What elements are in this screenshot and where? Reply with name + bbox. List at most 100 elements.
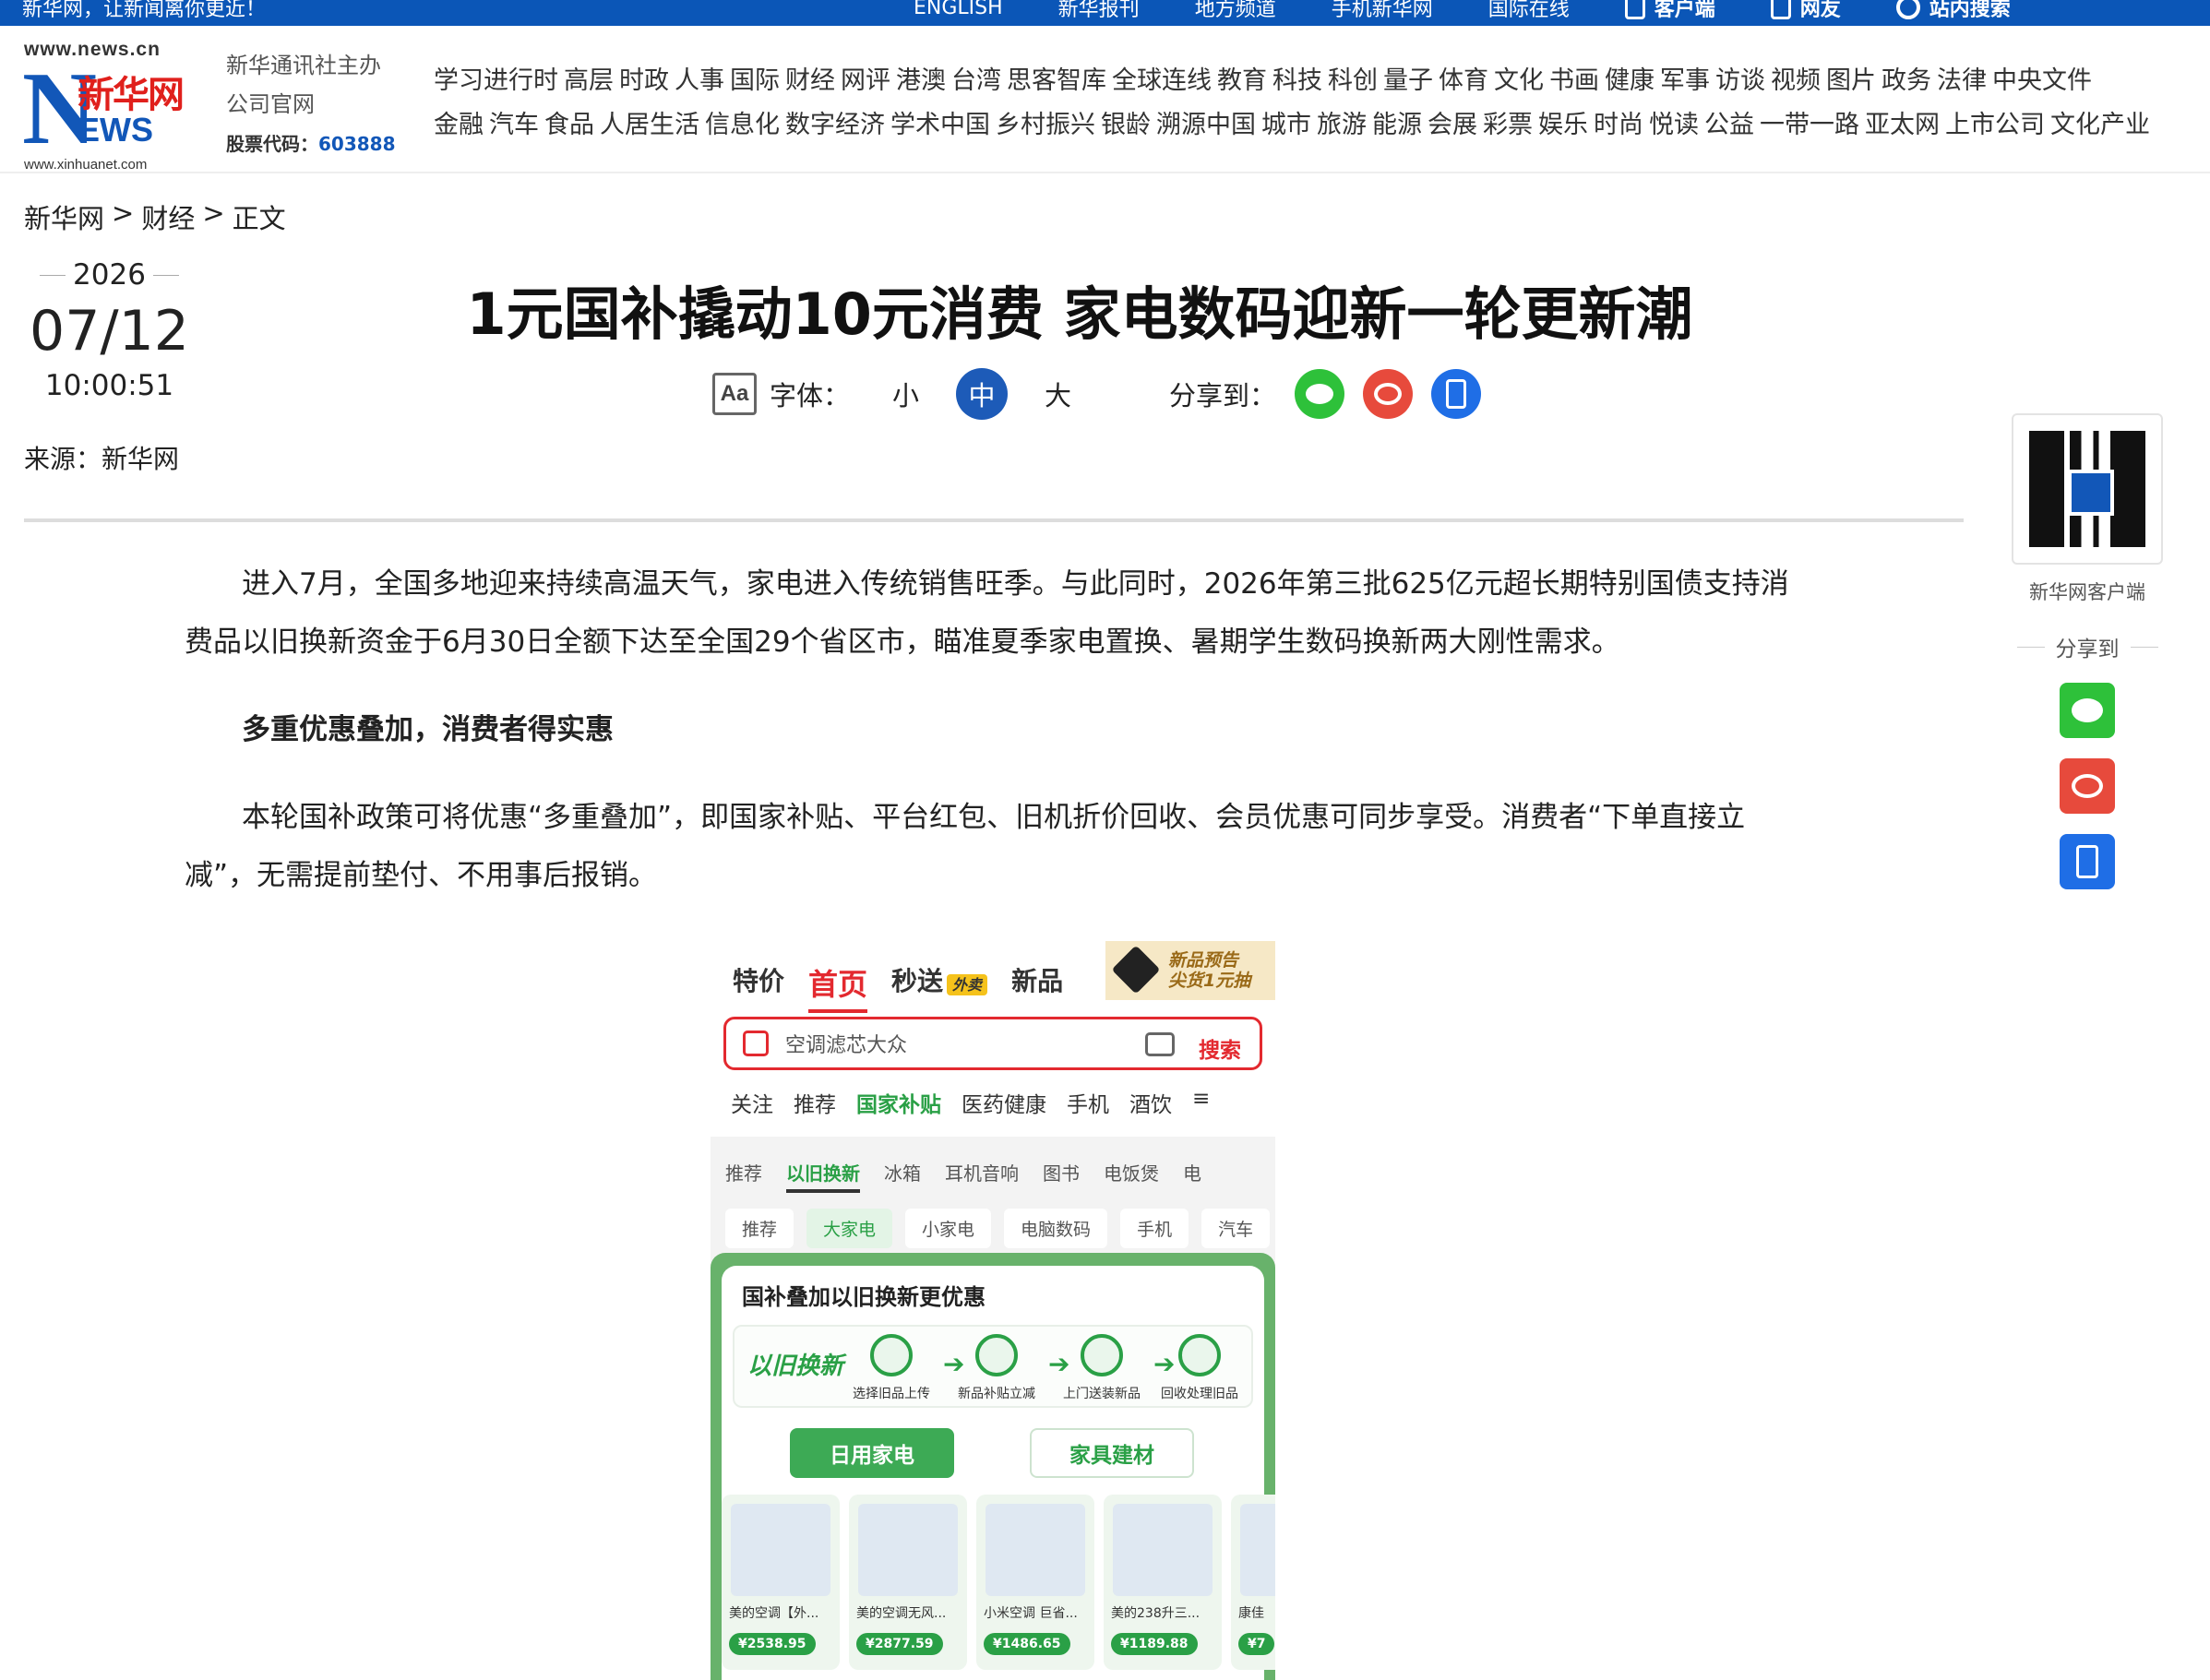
channel-link[interactable]: 文化 <box>1494 59 1544 103</box>
channel-link[interactable]: 体育 <box>1439 59 1488 103</box>
channel-link[interactable]: 汽车 <box>489 103 539 148</box>
channel-link[interactable]: 食品 <box>544 103 594 148</box>
channel-link[interactable]: 法律 <box>1937 59 1987 103</box>
app-chip: 手机 <box>1120 1209 1189 1248</box>
app-subnav-item: 图书 <box>1043 1162 1080 1185</box>
app-subnav-item: 耳机音响 <box>945 1162 1019 1185</box>
app-search-button: 搜索 <box>1199 1039 1241 1063</box>
top-link-local[interactable]: 地方频道 <box>1195 0 1276 22</box>
search-icon <box>1895 0 1920 19</box>
app-nav-item: 酒饮 <box>1129 1093 1172 1117</box>
sidebar-share-mobile[interactable] <box>2060 834 2115 889</box>
top-bar: 新华网，让新闻离你更近！ ENGLISH 新华报刊 地方频道 手机新华网 国际在… <box>0 0 2210 26</box>
share-wechat-button[interactable] <box>1295 369 1345 419</box>
channel-link[interactable]: 全球连线 <box>1112 59 1212 103</box>
product-price: ¥2877.59 <box>856 1633 943 1655</box>
channel-link[interactable]: 财经 <box>785 59 835 103</box>
channel-link[interactable]: 教育 <box>1217 59 1267 103</box>
recycle-icon <box>1178 1334 1221 1376</box>
channel-link[interactable]: 中央文件 <box>1992 59 2092 103</box>
channel-link[interactable]: 文化产业 <box>2050 103 2150 148</box>
channel-link[interactable]: 学习进行时 <box>434 59 558 103</box>
channel-link[interactable]: 彩票 <box>1483 103 1533 148</box>
product-image <box>731 1504 830 1596</box>
breadcrumb-current: 正文 <box>232 203 286 234</box>
app-tab-active: 首页 <box>808 961 868 1013</box>
flow-step: 上门送装新品 <box>1046 1334 1157 1402</box>
top-link-client[interactable]: 客户端 <box>1624 0 1715 22</box>
channel-link[interactable]: 亚太网 <box>1865 103 1940 148</box>
top-link-newspapers[interactable]: 新华报刊 <box>1058 0 1140 22</box>
app-nav-item: 推荐 <box>794 1093 836 1117</box>
font-small-button[interactable]: 小 <box>892 375 919 413</box>
channel-link[interactable]: 时尚 <box>1594 103 1643 148</box>
channel-link[interactable]: 图片 <box>1826 59 1876 103</box>
channel-link[interactable]: 溯源中国 <box>1156 103 1256 148</box>
channel-link[interactable]: 娱乐 <box>1538 103 1588 148</box>
article-image: 特价 首页 秒送 外卖 新品 新品预告 尖货1元抽 空调滤芯大众 搜索 关注 推荐 … <box>711 941 1275 1680</box>
channel-link[interactable]: 人事 <box>675 59 724 103</box>
channel-link[interactable]: 访谈 <box>1715 59 1765 103</box>
top-nav: ENGLISH 新华报刊 地方频道 手机新华网 国际在线 客户端 网友 站内搜索 <box>914 0 2011 22</box>
channel-link[interactable]: 数字经济 <box>785 103 885 148</box>
top-link-mobile[interactable]: 手机新华网 <box>1332 0 1433 22</box>
channel-link[interactable]: 信息化 <box>705 103 780 148</box>
channel-link[interactable]: 量子 <box>1383 59 1433 103</box>
app-nav-item: 关注 <box>731 1093 773 1117</box>
app-nav-item-active: 国家补贴 <box>856 1093 941 1117</box>
product-price: ¥7 <box>1238 1633 1275 1655</box>
share-mobile-button[interactable] <box>1431 369 1482 419</box>
right-float-sidebar: 新华网客户端 分享到 <box>2012 413 2163 889</box>
font-large-button[interactable]: 大 <box>1045 375 1071 413</box>
channel-link[interactable]: 国际 <box>730 59 780 103</box>
app-nav-item: 手机 <box>1067 1093 1109 1117</box>
app-qr-code[interactable] <box>2012 413 2163 565</box>
sidebar-share-weibo[interactable] <box>2060 758 2115 814</box>
font-medium-button[interactable]: 中 <box>956 368 1009 420</box>
publish-time: 10:00:51 <box>44 369 174 402</box>
takeout-badge: 外卖 <box>947 974 988 995</box>
breadcrumb-home[interactable]: 新华网 <box>24 197 104 236</box>
channel-link[interactable]: 会展 <box>1428 103 1477 148</box>
channel-link[interactable]: 悦读 <box>1649 103 1699 148</box>
stock-code[interactable]: 603888 <box>318 133 396 155</box>
channel-link[interactable]: 思客智库 <box>1007 59 1106 103</box>
upload-icon <box>870 1334 913 1376</box>
channel-link[interactable]: 科创 <box>1328 59 1378 103</box>
channel-link[interactable]: 公益 <box>1704 103 1754 148</box>
channel-link[interactable]: 上市公司 <box>1945 103 2045 148</box>
top-search[interactable]: 站内搜索 <box>1895 0 2011 22</box>
channel-link[interactable]: 一带一路 <box>1760 103 1859 148</box>
channel-link[interactable]: 科技 <box>1272 59 1322 103</box>
channel-link[interactable]: 银龄 <box>1101 103 1151 148</box>
share-weibo-button[interactable] <box>1363 369 1414 419</box>
app-panel-title: 国补叠加以旧换新更优惠 <box>742 1284 986 1310</box>
breadcrumb-section[interactable]: 财经 <box>141 197 195 236</box>
top-link-netizen[interactable]: 网友 <box>1770 0 1841 22</box>
channel-link[interactable]: 港澳 <box>896 59 946 103</box>
site-logo[interactable]: www.news.cn N 新华网 EWS www.xinhuanet.com <box>22 39 216 173</box>
top-link-international[interactable]: 国际在线 <box>1488 0 1570 22</box>
channel-link[interactable]: 乡村振兴 <box>996 103 1095 148</box>
channel-link[interactable]: 城市 <box>1261 103 1311 148</box>
channel-link[interactable]: 视频 <box>1771 59 1821 103</box>
channel-link[interactable]: 健康 <box>1605 59 1655 103</box>
channel-link[interactable]: 高层 <box>564 59 614 103</box>
channel-link[interactable]: 政务 <box>1881 59 1931 103</box>
sidebar-share-wechat[interactable] <box>2060 683 2115 738</box>
channel-link[interactable]: 能源 <box>1372 103 1422 148</box>
channel-link[interactable]: 人居生活 <box>600 103 699 148</box>
top-link-english[interactable]: ENGLISH <box>914 0 1003 22</box>
channel-link[interactable]: 书画 <box>1549 59 1599 103</box>
channel-link[interactable]: 台湾 <box>951 59 1001 103</box>
channel-link[interactable]: 旅游 <box>1317 103 1367 148</box>
channel-link[interactable]: 网评 <box>841 59 890 103</box>
app-nav-item: 医药健康 <box>962 1093 1046 1117</box>
app-tab-daily-appliances: 日用家电 <box>790 1428 954 1478</box>
channel-link[interactable]: 军事 <box>1660 59 1710 103</box>
channel-link[interactable]: 时政 <box>619 59 669 103</box>
product-card: 康佳 ¥7 <box>1231 1495 1275 1670</box>
channel-link[interactable]: 学术中国 <box>890 103 990 148</box>
channel-link[interactable]: 金融 <box>434 103 484 148</box>
app-subnav-item-active: 以旧换新 <box>786 1159 860 1193</box>
